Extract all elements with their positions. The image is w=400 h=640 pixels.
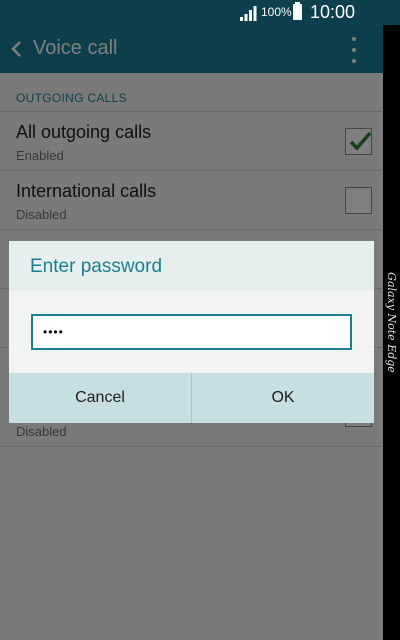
dialog-title: Enter password	[30, 256, 163, 277]
device-name-label: Galaxy Note Edge	[385, 271, 399, 373]
password-dialog: Enter password •••• Cancel OK	[9, 241, 374, 423]
battery-percentage: 100%	[261, 5, 292, 19]
phone-screen: Voice call OUTGOING CALLS All outgoing c…	[0, 0, 383, 640]
dialog-header: Enter password	[9, 241, 374, 291]
status-bar: 100% 10:00	[0, 0, 400, 25]
signal-icon	[240, 6, 257, 21]
password-value: ••••	[43, 325, 64, 339]
battery-icon	[293, 2, 302, 20]
password-input[interactable]: ••••	[31, 314, 352, 350]
ok-button[interactable]: OK	[192, 373, 374, 423]
dialog-button-bar: Cancel OK	[9, 373, 374, 423]
edge-label: Galaxy Note Edge	[383, 262, 400, 382]
cancel-button[interactable]: Cancel	[9, 373, 191, 423]
status-time: 10:00	[310, 2, 356, 22]
